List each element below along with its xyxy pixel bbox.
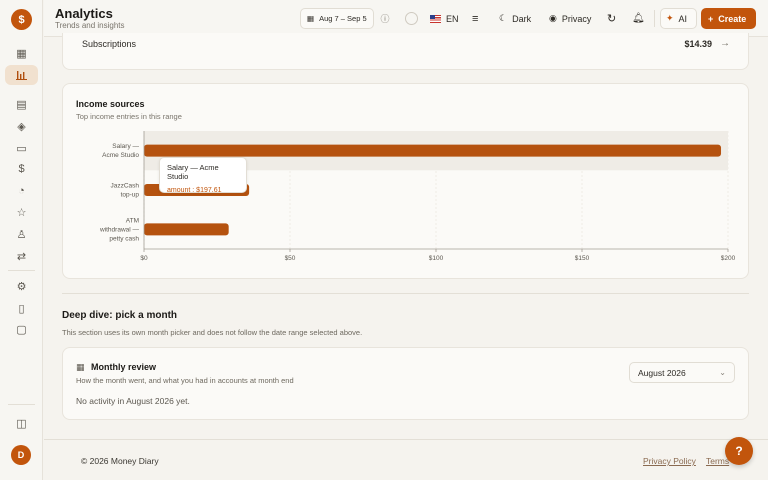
help-button[interactable]: ? <box>725 437 753 465</box>
language-label: EN <box>446 13 459 24</box>
section-divider <box>62 293 749 294</box>
page-title: Analytics <box>55 6 113 21</box>
deep-dive-title: Deep dive: pick a month <box>62 310 178 321</box>
month-select-value: August 2026 <box>638 367 686 378</box>
info-icon[interactable]: ⓘ <box>378 8 392 29</box>
transfers-icon[interactable]: ⇄ <box>9 246 34 266</box>
month-select[interactable]: August 2026 ⌄ <box>629 362 735 383</box>
status-circle-icon[interactable] <box>405 12 418 25</box>
language-button[interactable]: EN <box>430 8 459 29</box>
help-icon: ? <box>735 444 743 458</box>
date-range-label: Aug 7 – Sep 5 <box>319 14 367 23</box>
eye-icon: ◉ <box>549 13 557 23</box>
monthly-review-card: ▦ Monthly review How the month went, and… <box>62 347 749 420</box>
collapse-sidebar-icon[interactable]: ◫ <box>9 413 34 433</box>
header-divider <box>654 10 655 27</box>
chevron-down-icon: ⌄ <box>719 368 726 377</box>
sparkle-icon: ✦ <box>666 13 674 23</box>
theme-label: Dark <box>512 13 532 24</box>
us-flag-icon <box>430 14 441 23</box>
plus-icon: + <box>708 13 714 24</box>
x-tick-label: $50 <box>285 255 296 262</box>
moon-icon: ☾ <box>499 13 508 23</box>
sidebar: $ ▦ ▤ ◈ ▭ $ ◔ ☆ ♙ ⇄ ⚙ ▯ ▢ ◫ D <box>0 0 43 480</box>
privacy-label: Privacy <box>561 13 592 24</box>
bar-chart-icon <box>16 71 27 80</box>
subscriptions-value: $14.39 <box>684 39 712 49</box>
ai-button[interactable]: ✦ AI <box>660 8 697 29</box>
analytics-icon[interactable] <box>5 65 38 85</box>
x-tick-label: $0 <box>140 255 148 262</box>
x-tick-label: $100 <box>429 255 444 262</box>
category-label: withdrawal — <box>99 226 140 233</box>
accounts-icon[interactable]: ▭ <box>9 138 34 158</box>
privacy-policy-link[interactable]: Privacy Policy <box>643 456 696 466</box>
category-label: top-up <box>121 192 140 199</box>
tags-icon[interactable]: ◈ <box>9 116 34 136</box>
top-header: Analytics Trends and insights ▦ Aug 7 – … <box>44 0 768 37</box>
dashboard-icon[interactable]: ▦ <box>9 43 34 63</box>
monthly-review-subtitle: How the month went, and what you had in … <box>76 376 294 385</box>
avatar[interactable]: D <box>11 445 31 465</box>
calendar-icon: ▦ <box>307 14 315 23</box>
documents-icon[interactable]: ▯ <box>9 298 34 318</box>
tooltip-value: amount : $197.61 <box>167 187 222 194</box>
sidebar-divider <box>8 404 35 405</box>
contacts-icon[interactable]: ♙ <box>9 224 34 244</box>
subscriptions-label: Subscriptions <box>82 39 137 49</box>
settings-icon[interactable]: ⚙ <box>9 276 34 296</box>
x-tick-label: $200 <box>721 255 736 262</box>
create-button[interactable]: + Create <box>701 8 756 29</box>
sidebar-divider <box>8 270 35 271</box>
footer-divider <box>44 439 768 440</box>
category-label: Salary — <box>112 143 139 150</box>
feedback-icon[interactable]: ▢ <box>9 319 34 339</box>
bell-icon[interactable]: 🔔︎ <box>632 8 645 29</box>
category-label: petty cash <box>109 235 139 242</box>
monthly-review-title: Monthly review <box>91 362 157 372</box>
goals-icon[interactable]: ☆ <box>9 202 34 222</box>
x-tick-label: $150 <box>575 255 590 262</box>
menu-lines-icon[interactable]: ≡ <box>472 8 478 29</box>
calendar-icon: ▦ <box>76 362 85 372</box>
bar <box>144 223 229 236</box>
income-sources-card: Income sources Top income entries in thi… <box>62 83 749 279</box>
category-label: ATM <box>126 217 139 224</box>
category-label: JazzCash <box>110 183 139 190</box>
date-range-picker[interactable]: ▦ Aug 7 – Sep 5 <box>300 8 374 29</box>
reports-icon[interactable]: ▤ <box>9 94 34 114</box>
create-label: Create <box>718 13 747 24</box>
refresh-icon[interactable]: ↻ <box>607 8 616 29</box>
empty-state-text: No activity in August 2026 yet. <box>76 396 190 406</box>
ai-label: AI <box>678 13 688 24</box>
currency-icon[interactable]: $ <box>9 159 34 179</box>
theme-toggle-button[interactable]: ☾ Dark <box>499 8 531 29</box>
budget-icon[interactable]: ◔ <box>9 181 34 201</box>
chart-tooltip: Salary — Acme Studio amount : $197.61 <box>159 157 247 194</box>
app-logo-icon[interactable]: $ <box>11 9 32 30</box>
bar <box>144 144 722 157</box>
arrow-right-icon[interactable]: → <box>720 38 730 49</box>
tooltip-title: Salary — Acme Studio <box>167 163 219 181</box>
privacy-toggle-button[interactable]: ◉ Privacy <box>549 8 591 29</box>
deep-dive-subtitle: This section uses its own month picker a… <box>62 328 363 337</box>
category-label: Acme Studio <box>102 152 139 159</box>
footer-copyright: © 2026 Money Diary <box>81 456 159 466</box>
page-subtitle: Trends and insights <box>55 21 125 30</box>
subscriptions-card[interactable]: Subscriptions $14.39 → <box>62 33 749 70</box>
